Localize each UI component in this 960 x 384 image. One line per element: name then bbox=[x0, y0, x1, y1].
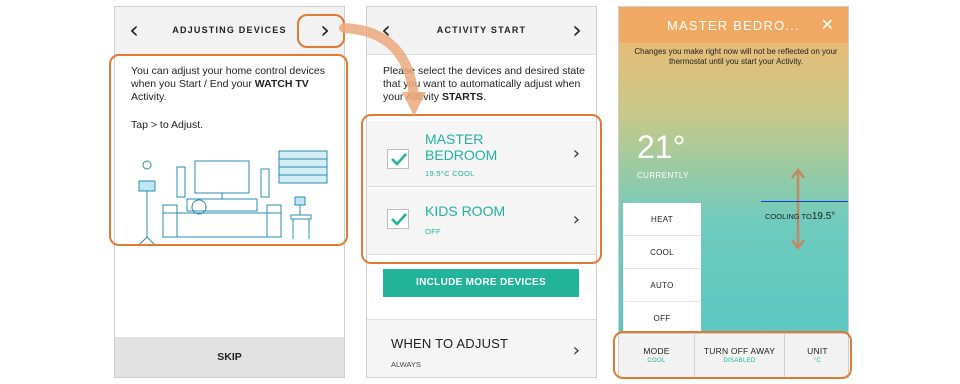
when-to-adjust-value: ALWAYS bbox=[391, 360, 421, 369]
thermostat-screen: MASTER BEDRO... ✕ Changes you make right… bbox=[618, 6, 849, 378]
highlight-device-list bbox=[361, 114, 602, 264]
chevron-right-icon[interactable]: › bbox=[573, 340, 580, 361]
cooling-setpoint: COOLING TO19.5° bbox=[765, 211, 835, 222]
tutorial-screenshot-strip: ‹ ADJUSTING DEVICES › You can adjust you… bbox=[0, 0, 960, 384]
mode-option-cool[interactable]: COOL bbox=[623, 236, 701, 269]
notice-text: Changes you make right now will not be r… bbox=[634, 47, 838, 66]
thermostat-header: MASTER BEDRO... ✕ bbox=[619, 7, 848, 43]
highlight-settings-bar bbox=[613, 331, 852, 379]
close-icon[interactable]: ✕ bbox=[821, 15, 834, 34]
mode-option-auto[interactable]: AUTO bbox=[623, 269, 701, 302]
instructions-part2: . bbox=[483, 91, 487, 103]
temperature-drag-handle[interactable] bbox=[791, 167, 805, 251]
current-temperature: 21° bbox=[637, 129, 686, 165]
highlight-intro-area bbox=[109, 54, 348, 246]
pointer-arrow-icon bbox=[339, 23, 426, 116]
chevron-right-icon[interactable]: › bbox=[564, 17, 590, 45]
include-more-devices-button[interactable]: INCLUDE MORE DEVICES bbox=[383, 269, 579, 297]
current-label: CURRENTLY bbox=[637, 171, 689, 180]
mode-selector: HEAT COOL AUTO OFF bbox=[623, 203, 701, 335]
cooling-value: 19.5° bbox=[811, 211, 836, 222]
cooling-setpoint-line bbox=[761, 201, 848, 202]
thermostat-title: MASTER BEDRO... bbox=[667, 18, 800, 33]
skip-button[interactable]: SKIP bbox=[115, 337, 344, 377]
cooling-label: COOLING TO bbox=[765, 212, 812, 221]
mode-option-heat[interactable]: HEAT bbox=[623, 203, 701, 236]
when-to-adjust-label: WHEN TO ADJUST bbox=[391, 336, 509, 351]
when-to-adjust-row[interactable]: WHEN TO ADJUST ALWAYS › bbox=[367, 319, 596, 377]
